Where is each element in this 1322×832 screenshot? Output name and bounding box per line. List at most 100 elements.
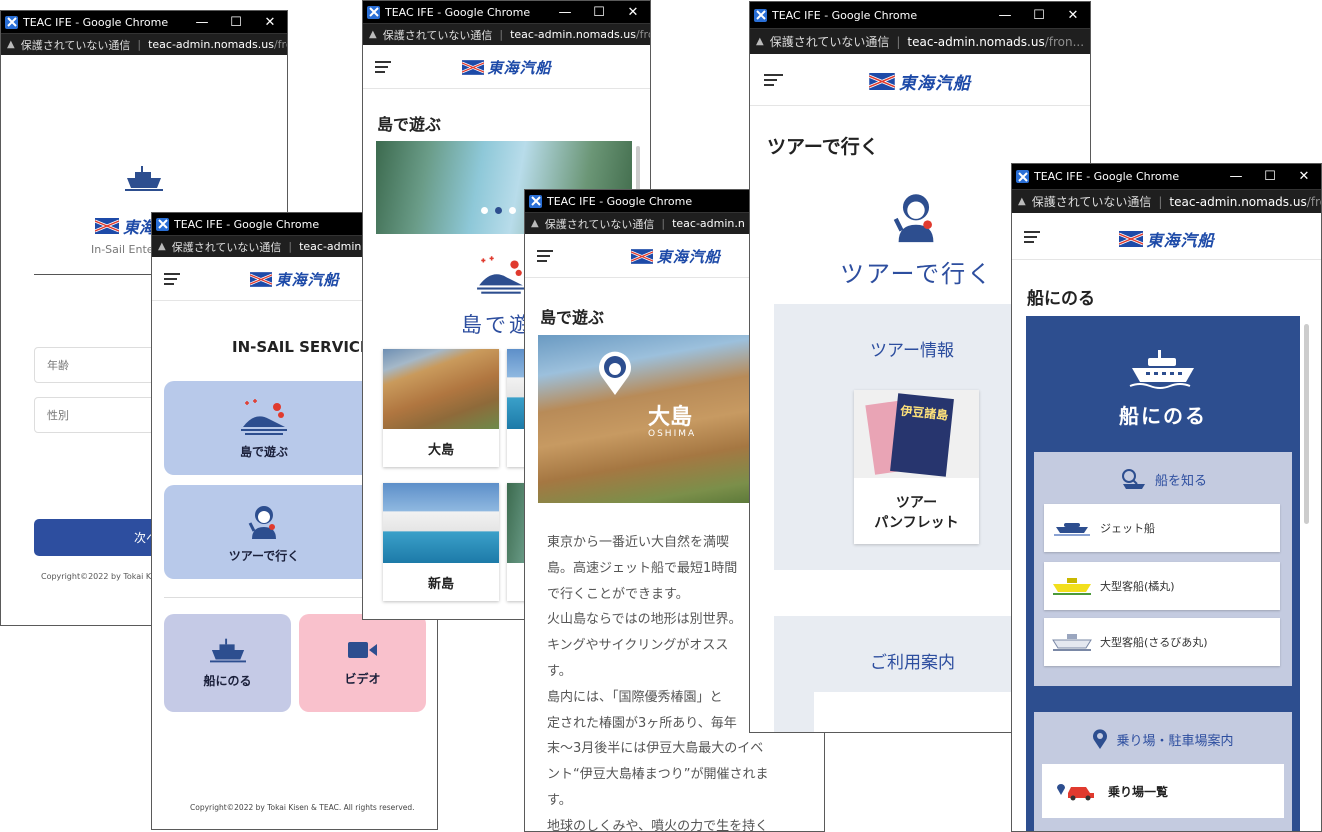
app-icon: [529, 194, 542, 208]
close-button[interactable]: ✕: [616, 5, 650, 20]
security-label: 保護されていない通信: [20, 38, 131, 52]
window-title: TEAC IFE - Google Chrome: [385, 5, 531, 19]
location-pin-icon: [1093, 729, 1108, 749]
panel-title: ツアー情報: [870, 341, 954, 361]
flag-icon: [869, 73, 895, 90]
island-button[interactable]: 島で遊ぶ: [164, 381, 364, 475]
url-path: /fron...: [635, 28, 650, 41]
hamburger-icon[interactable]: [1024, 231, 1040, 243]
carousel-dots[interactable]: [481, 207, 516, 214]
minimize-button[interactable]: —: [185, 15, 219, 30]
app-icon: [754, 8, 767, 22]
logo[interactable]: 東海汽船: [249, 269, 339, 290]
scrollbar[interactable]: [1304, 324, 1309, 524]
hamburger-icon[interactable]: [537, 250, 553, 262]
address-bar[interactable]: ▲ 保護されていない通信 | teac-admin.nomads.us/fron…: [750, 28, 1090, 54]
hamburger-icon[interactable]: [764, 74, 783, 86]
tour-button[interactable]: ツアーで行く: [164, 485, 364, 579]
know-ship-header: 船を知る: [1034, 468, 1292, 490]
island-photo: [383, 483, 499, 563]
large-ship-yellow-icon: [1053, 578, 1091, 595]
close-button[interactable]: ✕: [1287, 169, 1321, 184]
address-bar[interactable]: ▲ 保護されていない通信 | teac-admin.nomads.us/fro.…: [1012, 189, 1321, 213]
maximize-button[interactable]: ☐: [1253, 169, 1287, 184]
address-bar[interactable]: ▲ 保護されていない通信 | teac-admin.nomads.us/fron…: [363, 23, 650, 45]
guide-person-icon: [893, 194, 934, 243]
minimize-button[interactable]: —: [988, 8, 1022, 23]
page-title: 島で遊ぶ: [540, 308, 605, 327]
security-label: 保護されていない通信: [544, 217, 655, 231]
ship-icon: [209, 638, 246, 662]
close-button[interactable]: ✕: [253, 15, 287, 30]
maximize-button[interactable]: ☐: [1022, 8, 1056, 23]
title-bar[interactable]: TEAC IFE - Google Chrome — ☐ ✕: [363, 1, 650, 23]
security-label: 保護されていない通信: [1031, 195, 1152, 209]
island-card-oshima[interactable]: 大島: [383, 349, 499, 467]
logo[interactable]: 東海汽船: [1118, 227, 1214, 251]
title-bar[interactable]: TEAC IFE - Google Chrome — ☐ ✕: [1, 11, 287, 33]
security-label: 保護されていない通信: [171, 240, 282, 254]
ship-icon: [125, 166, 163, 191]
oshima-photo: 大島 OSHIMA: [538, 335, 750, 503]
guide-person-icon: [248, 505, 276, 539]
ship-card-salvia[interactable]: 大型客船(さるびあ丸): [1044, 618, 1280, 666]
car-pin-icon: [1057, 784, 1094, 801]
logo[interactable]: 東海汽船: [869, 69, 971, 94]
title-bar[interactable]: TEAC IFE - Google Chrome — ☐ ✕: [1012, 164, 1321, 189]
url-host: teac-admin.nomads.us: [1169, 194, 1307, 209]
flag-icon: [461, 60, 484, 75]
hamburger-icon[interactable]: [375, 61, 391, 73]
url-host: teac-admin.nomads.us: [907, 34, 1045, 49]
app-icon: [156, 217, 169, 231]
close-button[interactable]: ✕: [1056, 8, 1090, 23]
ship-card-tachibana[interactable]: 大型客船(橘丸): [1044, 562, 1280, 610]
warning-icon: ▲: [7, 39, 15, 50]
pier-list-button[interactable]: 乗り場一覧: [1042, 764, 1284, 818]
window-title: TEAC IFE - Google Chrome: [23, 15, 169, 29]
logo[interactable]: 東海汽船: [630, 246, 721, 267]
flag-icon: [630, 249, 653, 264]
flag-icon: [95, 218, 119, 234]
app-icon: [1016, 170, 1029, 183]
maximize-button[interactable]: ☐: [219, 15, 253, 30]
maximize-button[interactable]: ☐: [582, 5, 616, 20]
copyright: Copyright©2022 by Tokai Kisen & TEAC. Al…: [190, 803, 415, 812]
ship-button[interactable]: 船にのる: [164, 614, 291, 712]
app-icon: [5, 15, 18, 29]
address-bar[interactable]: ▲ 保護されていない通信 | teac-admin.nomads.us/fron…: [1, 33, 287, 55]
warning-icon: ▲: [531, 218, 539, 229]
minimize-button[interactable]: —: [1219, 169, 1253, 184]
pier-panel: 乗り場・駐車場案内 乗り場一覧: [1034, 712, 1292, 831]
flag-icon: [249, 272, 272, 287]
page-title: 船にのる: [1027, 289, 1095, 309]
carousel-dot[interactable]: [495, 207, 502, 214]
app-header: 東海汽船: [1012, 213, 1321, 260]
warning-icon: ▲: [1018, 196, 1026, 207]
flag-icon: [1118, 231, 1143, 247]
carousel-dot[interactable]: [481, 207, 488, 214]
panel-title: ご利用案内: [870, 653, 955, 673]
map-pin-icon: [599, 351, 631, 395]
subtitle: In-Sail Enter: [91, 243, 159, 256]
island-card-niijima[interactable]: 新島: [383, 483, 499, 601]
app-header: 東海汽船: [525, 234, 750, 278]
url-path: /fron...: [1044, 34, 1085, 49]
logo[interactable]: 東海汽船: [461, 57, 551, 78]
jet-ship-icon: [1054, 523, 1090, 536]
video-button[interactable]: ビデオ: [299, 614, 426, 712]
warning-icon: ▲: [756, 36, 764, 47]
large-ship-white-icon: [1052, 634, 1092, 651]
island-icon: [477, 256, 525, 294]
window-ship: TEAC IFE - Google Chrome — ☐ ✕ ▲ 保護されていな…: [1011, 163, 1322, 832]
photo-label-en: OSHIMA: [648, 429, 697, 439]
ship-card-jet[interactable]: ジェット船: [1044, 504, 1280, 552]
pamphlet-card[interactable]: 伊豆諸島 ツアー パンフレット: [854, 390, 979, 544]
title-bar[interactable]: TEAC IFE - Google Chrome — ☐ ✕: [750, 2, 1090, 28]
app-header: 東海汽船: [750, 54, 1090, 106]
carousel-dot[interactable]: [509, 207, 516, 214]
know-ship-panel: 船を知る ジェット船 大型客船(橘丸) 大型客船(さるびあ丸): [1034, 452, 1292, 686]
hamburger-icon[interactable]: [164, 273, 180, 285]
minimize-button[interactable]: —: [548, 5, 582, 20]
warning-icon: ▲: [158, 241, 166, 252]
logo: 東海: [95, 214, 155, 238]
